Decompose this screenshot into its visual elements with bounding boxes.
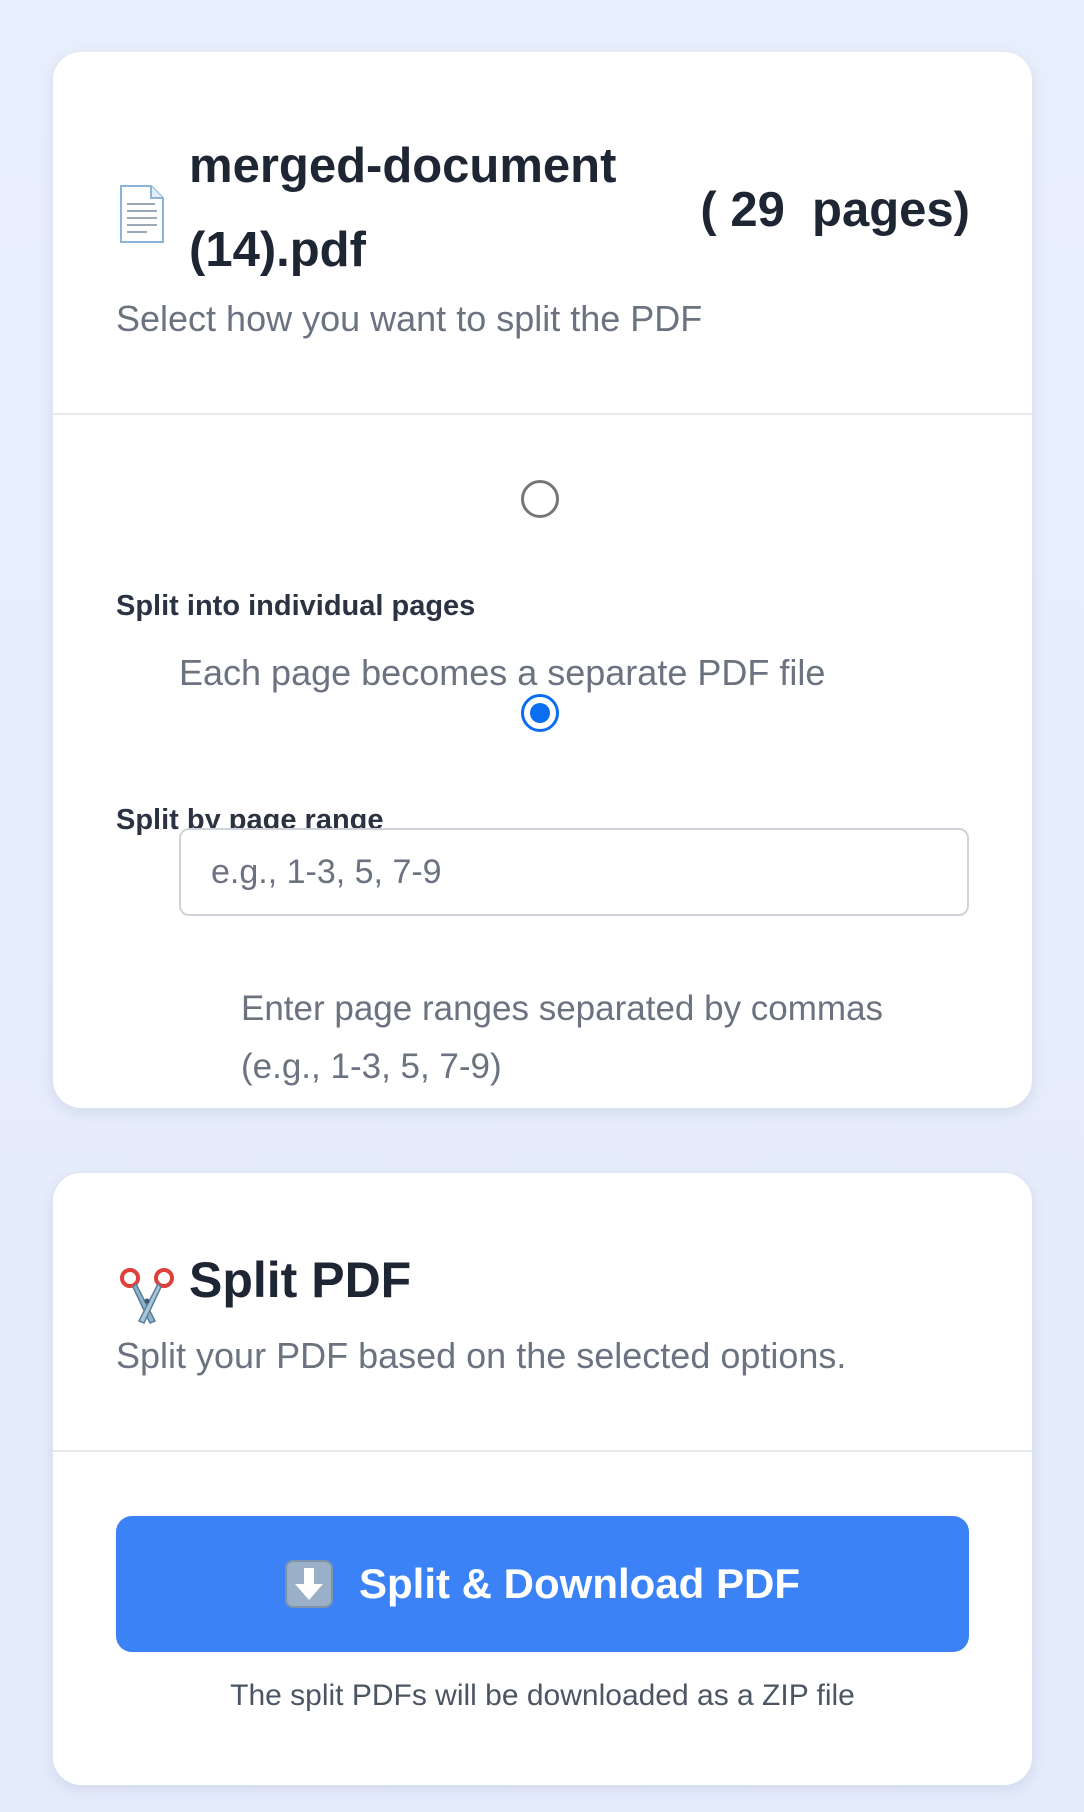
split-download-button[interactable]: Split & Download PDF — [116, 1516, 969, 1652]
down-arrow-icon — [285, 1560, 333, 1608]
page-range-input[interactable] — [179, 828, 969, 916]
split-action-card: Split PDF Split your PDF based on the se… — [53, 1173, 1032, 1785]
options-card-header: merged-document (14).pdf ( 29 pages) Sel… — [53, 52, 1032, 415]
radio-page-range[interactable] — [521, 694, 559, 732]
options-subtitle: Select how you want to split the PDF — [116, 298, 703, 339]
split-subtitle: Split your PDF based on the selected opt… — [116, 1335, 847, 1376]
page-count: ( 29 pages) — [700, 183, 970, 237]
split-options-card: merged-document (14).pdf ( 29 pages) Sel… — [53, 52, 1032, 1108]
page-document-icon — [120, 185, 164, 243]
split-card-header: Split PDF Split your PDF based on the se… — [53, 1173, 1032, 1452]
page-range-hint: Enter page ranges separated by commas (e… — [241, 989, 884, 1086]
split-title: Split PDF — [189, 1252, 412, 1308]
scissors-icon — [120, 1268, 174, 1324]
radio-individual-pages[interactable] — [521, 480, 559, 518]
zip-download-note: The split PDFs will be downloaded as a Z… — [230, 1679, 855, 1712]
file-name: merged-document (14).pdf — [189, 139, 617, 277]
option-description-individual-pages: Each page becomes a separate PDF file — [179, 652, 826, 693]
option-label-individual-pages: Split into individual pages — [116, 590, 476, 622]
split-download-label: Split & Download PDF — [359, 1560, 800, 1607]
